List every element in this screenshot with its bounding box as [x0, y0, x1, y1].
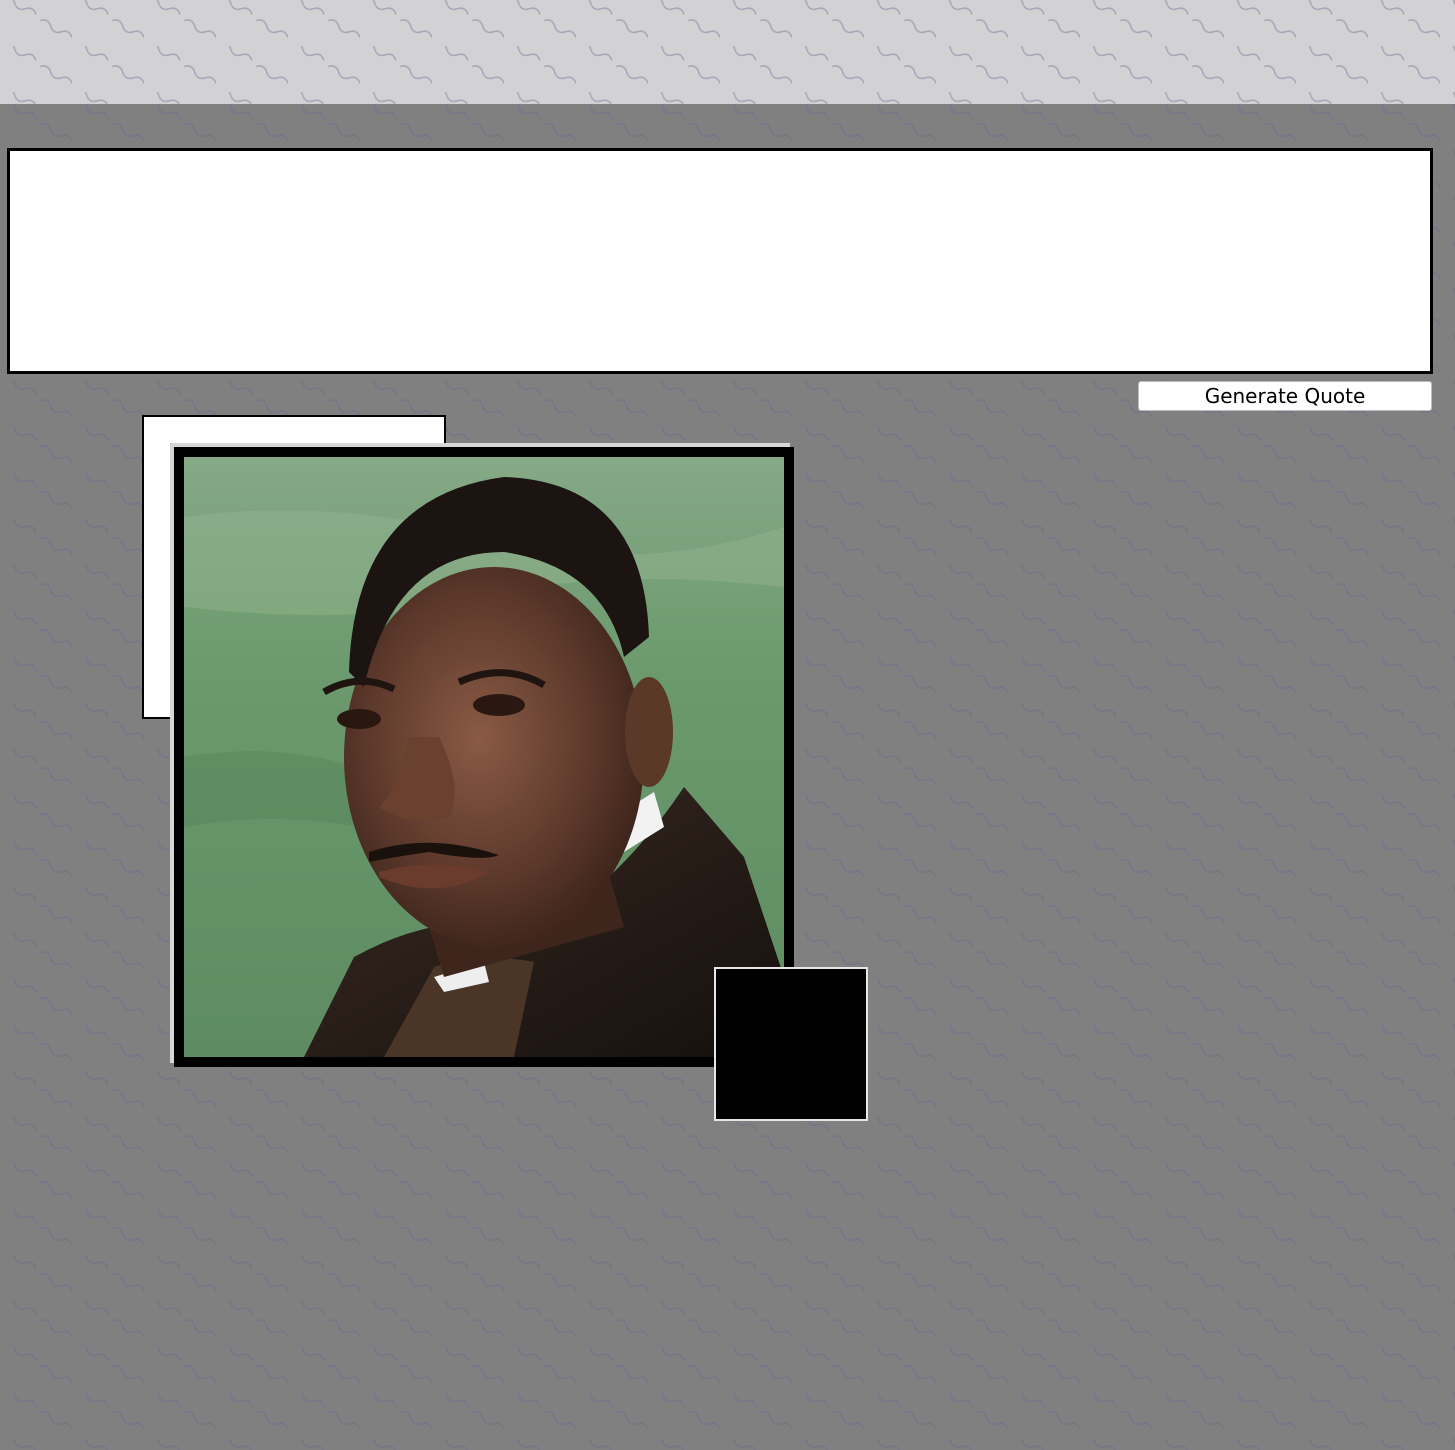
- generate-quote-button[interactable]: Generate Quote: [1138, 381, 1432, 411]
- portrait-photo: [184, 457, 784, 1057]
- portrait-frame: [174, 447, 794, 1067]
- quote-display: [7, 148, 1433, 374]
- header-band: [0, 0, 1455, 104]
- decorative-black-square: [714, 967, 868, 1121]
